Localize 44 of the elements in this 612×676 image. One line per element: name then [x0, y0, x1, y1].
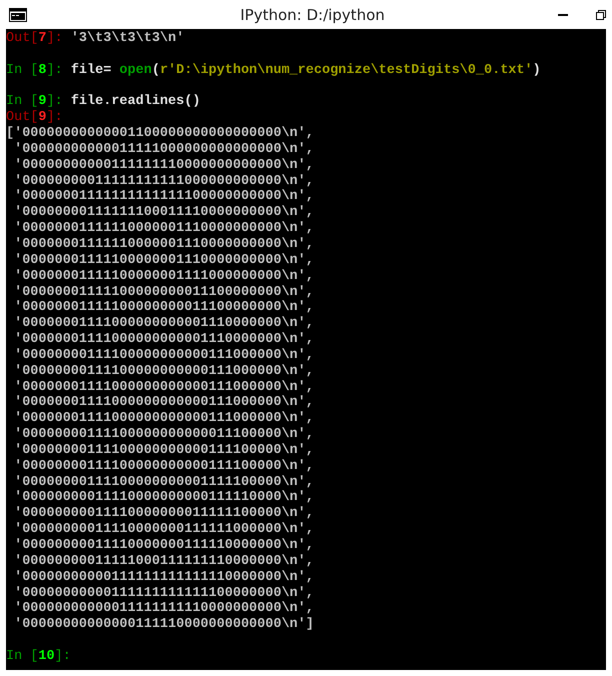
input-prompt: In [8]:	[6, 62, 63, 78]
output-line: '00000000000111111110000000000000\n',	[13, 158, 314, 173]
output-line: '00000000011110000000011111100000\n',	[13, 506, 314, 522]
output-line: '00000001111100000000011100000000\n',	[13, 300, 314, 316]
output-line: '00000000111111100011110000000000\n',	[13, 205, 314, 220]
output-line: '00000000111100000000000111000000\n',	[13, 364, 314, 379]
output-line: '00000000000011111111110000000000\n',	[13, 601, 314, 616]
console-app-icon	[9, 8, 27, 22]
output-text: '3\t3\t3\t3\n'	[70, 31, 184, 46]
output-line: '00000000111100000000000111100000\n',	[13, 458, 314, 474]
output-line: ['00000000000001100000000000000000\n',	[6, 126, 314, 142]
output-line: '00000000000011111000000000000000\n',	[13, 142, 314, 157]
output-line: '00000000111100000000000111100000\n',	[13, 442, 314, 458]
output-line: '00000001111111111111100000000000\n',	[13, 189, 314, 204]
output-line: '00000000111100000000000011100000\n',	[13, 427, 314, 442]
output-line: '00000000000111111111111110000000\n',	[13, 570, 314, 585]
output-line: '00000000011110000000111111000000\n',	[13, 522, 314, 538]
output-line: '00000001111000000000000111000000\n',	[13, 411, 314, 426]
output-line: '00000001111100000001110000000000\n',	[13, 252, 314, 268]
restore-icon[interactable]	[596, 10, 606, 20]
output-line: '00000000111100000000001111100000\n',	[13, 474, 314, 490]
output-prompt: Out[7]:	[6, 31, 63, 46]
output-line: '00000000011111000111111110000000\n',	[13, 554, 314, 569]
output-line: '00000000111100000000000111000000\n',	[13, 348, 314, 363]
output-line: '00000000000000111110000000000000\n']	[13, 617, 314, 632]
output-line: '00000000011111111111000000000000\n',	[13, 174, 314, 189]
output-line: '00000000000111111111111100000000\n',	[13, 586, 314, 601]
code-text: file= open(r'D:\ipython\num_recognize\testDigits\0_0.txt')	[70, 62, 541, 78]
output-line: '00000001111000000000001110000000\n',	[13, 316, 314, 332]
output-line: '00000000011110000000000111110000\n',	[13, 490, 314, 506]
output-line: '00000001111110000001110000000000\n',	[13, 221, 314, 236]
output-line: '00000001111110000001110000000000\n',	[13, 236, 314, 252]
input-prompt: In [9]:	[6, 94, 63, 110]
output-line: '00000000011110000000111110000000\n',	[13, 538, 314, 553]
input-prompt: In [10]:	[6, 648, 71, 664]
output-line: '00000001111000000000000111000000\n',	[13, 395, 314, 410]
output-line: '00000001111000000000000111000000\n',	[13, 380, 314, 395]
output-prompt: Out[9]:	[6, 110, 63, 126]
output-line: '00000001111100000001111000000000\n',	[13, 268, 314, 284]
code-text: file.readlines()	[70, 94, 200, 110]
minimize-icon[interactable]	[558, 13, 568, 16]
output-line: '00000001111000000000001110000000\n',	[13, 332, 314, 348]
window-title: IPython: D:/ipython	[239, 6, 386, 24]
output-line: '00000001111100000000011100000000\n',	[13, 284, 314, 300]
